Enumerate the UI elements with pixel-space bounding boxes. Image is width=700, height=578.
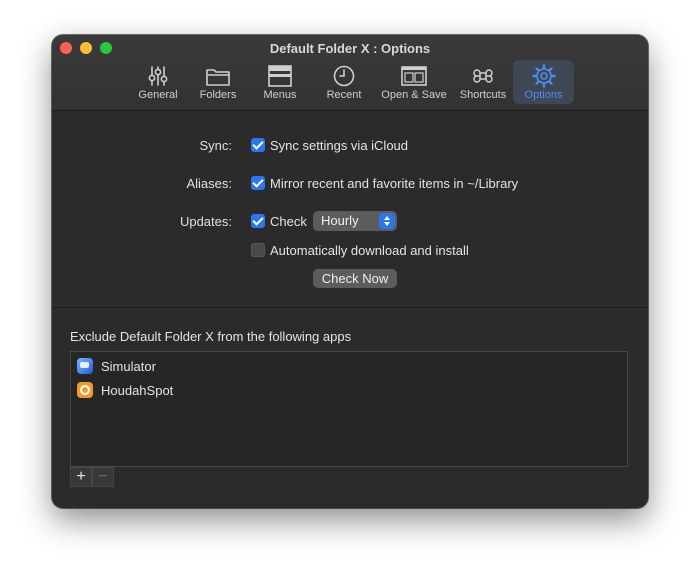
section-divider: [52, 307, 648, 308]
options-window: Default Folder X : Options General Folde…: [52, 35, 648, 508]
tab-options[interactable]: Options: [513, 60, 574, 104]
window-title: Default Folder X : Options: [269, 41, 431, 56]
clock-icon: [333, 65, 355, 87]
tab-open-save[interactable]: Open & Save: [376, 60, 452, 104]
check-updates-text: Check: [270, 214, 307, 229]
popup-arrows-icon: [379, 213, 395, 229]
auto-download-checkbox[interactable]: [251, 243, 265, 257]
aliases-label: Aliases:: [186, 176, 232, 191]
tab-options-label: Options: [524, 89, 563, 101]
tab-folders-label: Folders: [199, 89, 237, 101]
tab-recent[interactable]: Recent: [316, 60, 372, 104]
app-name: Simulator: [101, 358, 156, 374]
tab-menus[interactable]: Menus: [254, 60, 306, 104]
check-now-button[interactable]: Check Now: [313, 269, 397, 288]
tab-recent-label: Recent: [326, 89, 362, 101]
menu-window-icon: [268, 65, 292, 87]
update-frequency-value: Hourly: [321, 213, 359, 228]
app-name: HoudahSpot: [101, 382, 174, 398]
tab-menus-label: Menus: [263, 89, 297, 101]
aliases-checkbox-text: Mirror recent and favorite items in ~/Li…: [270, 176, 519, 191]
simulator-app-icon: [77, 358, 93, 374]
aliases-checkbox[interactable]: [251, 176, 265, 190]
tab-general[interactable]: General: [132, 60, 184, 104]
list-item[interactable]: Simulator: [77, 356, 156, 376]
tab-general-label: General: [138, 89, 178, 101]
remove-app-button[interactable]: −: [92, 467, 114, 487]
auto-download-text: Automatically download and install: [270, 243, 469, 258]
sync-label: Sync:: [199, 138, 232, 153]
tab-open-save-label: Open & Save: [381, 89, 447, 101]
tab-shortcuts-label: Shortcuts: [459, 89, 507, 101]
folder-icon: [206, 69, 230, 86]
houdahspot-app-icon: [77, 382, 93, 398]
tab-folders[interactable]: Folders: [192, 60, 244, 104]
sync-checkbox-text: Sync settings via iCloud: [270, 138, 409, 153]
check-updates-checkbox[interactable]: [251, 214, 265, 228]
window-split-icon: [401, 66, 427, 86]
sliders-icon: [148, 66, 168, 86]
exclude-apps-title: Exclude Default Folder X from the follow…: [70, 329, 352, 344]
add-app-button[interactable]: +: [70, 467, 92, 487]
excluded-apps-list[interactable]: Simulator HoudahSpot: [70, 351, 628, 467]
title-bar: Default Folder X : Options General Folde…: [52, 35, 648, 111]
list-item[interactable]: HoudahSpot: [77, 380, 173, 400]
sync-checkbox[interactable]: [251, 138, 265, 152]
tab-shortcuts[interactable]: Shortcuts: [454, 60, 512, 104]
updates-label: Updates:: [179, 214, 232, 229]
command-key-icon: [473, 69, 493, 83]
update-frequency-popup[interactable]: Hourly: [313, 211, 397, 231]
gear-icon: [531, 64, 556, 88]
